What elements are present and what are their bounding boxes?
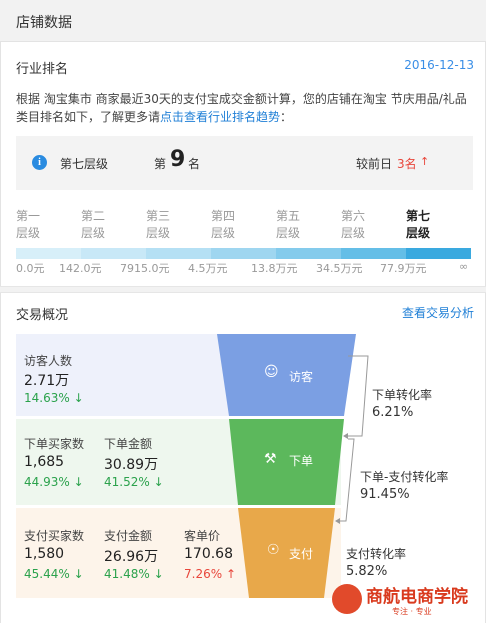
arrow-down-icon: ↓ xyxy=(73,567,84,581)
pay-buyers-value: 1,580 xyxy=(24,546,65,562)
order-buyers-label: 下单买家数 xyxy=(24,437,85,451)
watermark-name: 商航电商学院 xyxy=(366,587,468,606)
funnel-visit-segment xyxy=(217,334,356,416)
order-amount-label: 下单金额 xyxy=(104,437,153,451)
visitors-change: 14.63% ↓ xyxy=(24,391,84,405)
funnel-pay-label: 支付 xyxy=(289,547,314,561)
funnel-order-label: 下单 xyxy=(289,454,314,468)
unit-price-label: 客单价 xyxy=(184,529,221,543)
pay-amount-change: 41.48% ↓ xyxy=(104,567,164,581)
order-buyers-change: 44.93% ↓ xyxy=(24,475,84,489)
user-icon: ☺ xyxy=(264,364,279,380)
pay-conversion-value: 5.82% xyxy=(346,564,388,579)
conversion-bracket-2 xyxy=(340,438,355,522)
order-pay-conversion-value: 91.45% xyxy=(360,487,410,502)
hammer-icon: ⚒ xyxy=(264,451,277,467)
bracket-arrow-icon xyxy=(335,518,340,524)
order-amount-change: 41.52% ↓ xyxy=(104,475,164,489)
pay-buyers-change: 45.44% ↓ xyxy=(24,567,84,581)
order-amount-value: 30.89万 xyxy=(104,457,159,473)
arrow-down-icon: ↓ xyxy=(153,567,164,581)
pay-buyers-label: 支付买家数 xyxy=(24,529,85,543)
order-pay-conversion-label: 下单-支付转化率 xyxy=(360,470,449,484)
funnel-visit-label: 访客 xyxy=(289,370,314,384)
arrow-down-icon: ↓ xyxy=(73,475,84,489)
order-conversion-label: 下单转化率 xyxy=(372,388,433,402)
visitors-label: 访客人数 xyxy=(24,354,73,368)
unit-price-value: 170.68 xyxy=(184,546,233,562)
pay-amount-label: 支付金额 xyxy=(104,529,153,543)
pay-amount-value: 26.96万 xyxy=(104,549,159,565)
arrow-up-icon: ↑ xyxy=(225,567,237,581)
visitors-value: 2.71万 xyxy=(24,373,70,389)
order-conversion-value: 6.21% xyxy=(372,405,414,420)
order-buyers-value: 1,685 xyxy=(24,454,65,470)
funnel-pay-segment xyxy=(238,508,335,598)
bracket-arrow-icon xyxy=(343,433,348,439)
unit-price-change: 7.26% ↑ xyxy=(184,567,237,581)
watermark-logo: 商航电商学院 专注 · 专业 xyxy=(332,582,480,618)
logo-seal-icon xyxy=(332,584,362,614)
arrow-down-icon: ↓ xyxy=(153,475,164,489)
dollar-coin-icon: ☉ xyxy=(267,542,280,558)
pay-conversion-label: 支付转化率 xyxy=(346,547,407,561)
funnel-order-segment xyxy=(229,419,344,505)
watermark-tagline: 专注 · 专业 xyxy=(392,607,432,616)
arrow-down-icon: ↓ xyxy=(73,391,84,405)
